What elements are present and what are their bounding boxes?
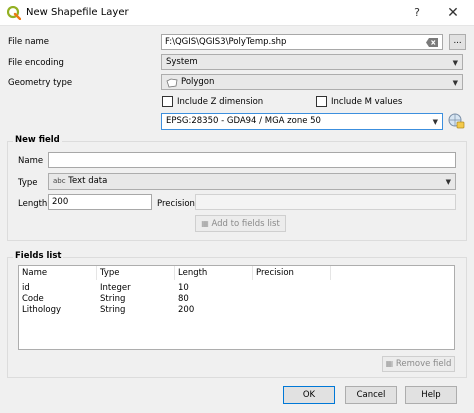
- text-type-icon: abc: [53, 177, 66, 185]
- name-label: Name: [18, 156, 44, 166]
- field-type-value: Text data: [68, 176, 108, 186]
- clear-field-icon[interactable]: [426, 38, 438, 47]
- help-button[interactable]: Help: [405, 386, 457, 404]
- remove-field-icon: ▦: [385, 359, 394, 368]
- length-input[interactable]: 200: [48, 194, 152, 210]
- globe-icon: [448, 113, 465, 129]
- file-encoding-select[interactable]: System ▼: [161, 54, 463, 70]
- column-header-precision[interactable]: Precision: [253, 266, 331, 280]
- include-z-label: Include Z dimension: [177, 97, 264, 107]
- include-m-label: Include M values: [331, 97, 403, 107]
- new-field-title: New field: [13, 134, 62, 146]
- column-header-type[interactable]: Type: [97, 266, 175, 280]
- cell-name: Code: [22, 294, 44, 304]
- crs-value: EPSG:28350 - GDA94 / MGA zone 50: [166, 116, 321, 126]
- cell-length: 10: [178, 283, 189, 293]
- include-z-checkbox[interactable]: [162, 96, 173, 107]
- file-encoding-label: File encoding: [8, 58, 64, 68]
- crs-select[interactable]: EPSG:28350 - GDA94 / MGA zone 50 ▼: [161, 113, 443, 130]
- qgis-logo-icon: [6, 5, 22, 21]
- chevron-down-icon: ▼: [452, 59, 458, 67]
- chevron-down-icon: ▼: [432, 118, 438, 126]
- table-row[interactable]: Code String 80: [19, 294, 454, 305]
- field-name-input[interactable]: [48, 152, 456, 168]
- cancel-button[interactable]: Cancel: [345, 386, 397, 404]
- length-label: Length: [18, 199, 48, 209]
- geometry-type-select[interactable]: Polygon ▼: [161, 74, 463, 90]
- add-field-icon: ▦: [201, 219, 209, 228]
- precision-label: Precision: [157, 199, 195, 209]
- column-header-name[interactable]: Name: [19, 266, 97, 280]
- type-label: Type: [18, 178, 38, 188]
- add-to-fields-button[interactable]: ▦ Add to fields list: [195, 215, 286, 232]
- fields-table[interactable]: Name Type Length Precision id Integer 10…: [18, 265, 455, 350]
- add-to-fields-label: Add to fields list: [211, 219, 280, 229]
- close-button[interactable]: ✕: [444, 4, 462, 22]
- ok-button[interactable]: OK: [283, 386, 335, 404]
- cell-name: Lithology: [22, 305, 62, 315]
- table-row[interactable]: id Integer 10: [19, 283, 454, 294]
- title-bar: New Shapefile Layer ? ✕: [0, 0, 474, 26]
- cell-length: 200: [178, 305, 195, 315]
- cell-type: String: [100, 305, 126, 315]
- fields-list-title: Fields list: [13, 250, 64, 262]
- cell-type: Integer: [100, 283, 131, 293]
- column-separator: [330, 266, 331, 280]
- cell-name: id: [22, 283, 30, 293]
- cell-type: String: [100, 294, 126, 304]
- precision-input[interactable]: [195, 194, 456, 210]
- column-header-length[interactable]: Length: [175, 266, 253, 280]
- chevron-down-icon: ▼: [445, 178, 451, 186]
- table-row[interactable]: Lithology String 200: [19, 305, 454, 316]
- title-help-button[interactable]: ?: [408, 4, 426, 22]
- crs-selector-button[interactable]: [447, 112, 465, 130]
- geometry-type-label: Geometry type: [8, 78, 73, 88]
- length-value: 200: [52, 197, 69, 207]
- window-title: New Shapefile Layer: [26, 7, 129, 18]
- cell-length: 80: [178, 294, 189, 304]
- file-encoding-value: System: [166, 57, 198, 67]
- file-name-label: File name: [8, 37, 50, 47]
- include-m-checkbox[interactable]: [316, 96, 327, 107]
- remove-field-button[interactable]: ▦ Remove field: [382, 356, 455, 372]
- field-type-select[interactable]: abc Text data ▼: [48, 173, 456, 190]
- polygon-icon: [166, 78, 178, 88]
- file-name-value: F:\QGIS\QGIS3\PolyTemp.shp: [165, 37, 287, 47]
- file-name-input[interactable]: F:\QGIS\QGIS3\PolyTemp.shp: [161, 34, 443, 50]
- remove-field-label: Remove field: [395, 359, 452, 369]
- chevron-down-icon: ▼: [452, 79, 458, 87]
- browse-button[interactable]: ...: [449, 34, 466, 50]
